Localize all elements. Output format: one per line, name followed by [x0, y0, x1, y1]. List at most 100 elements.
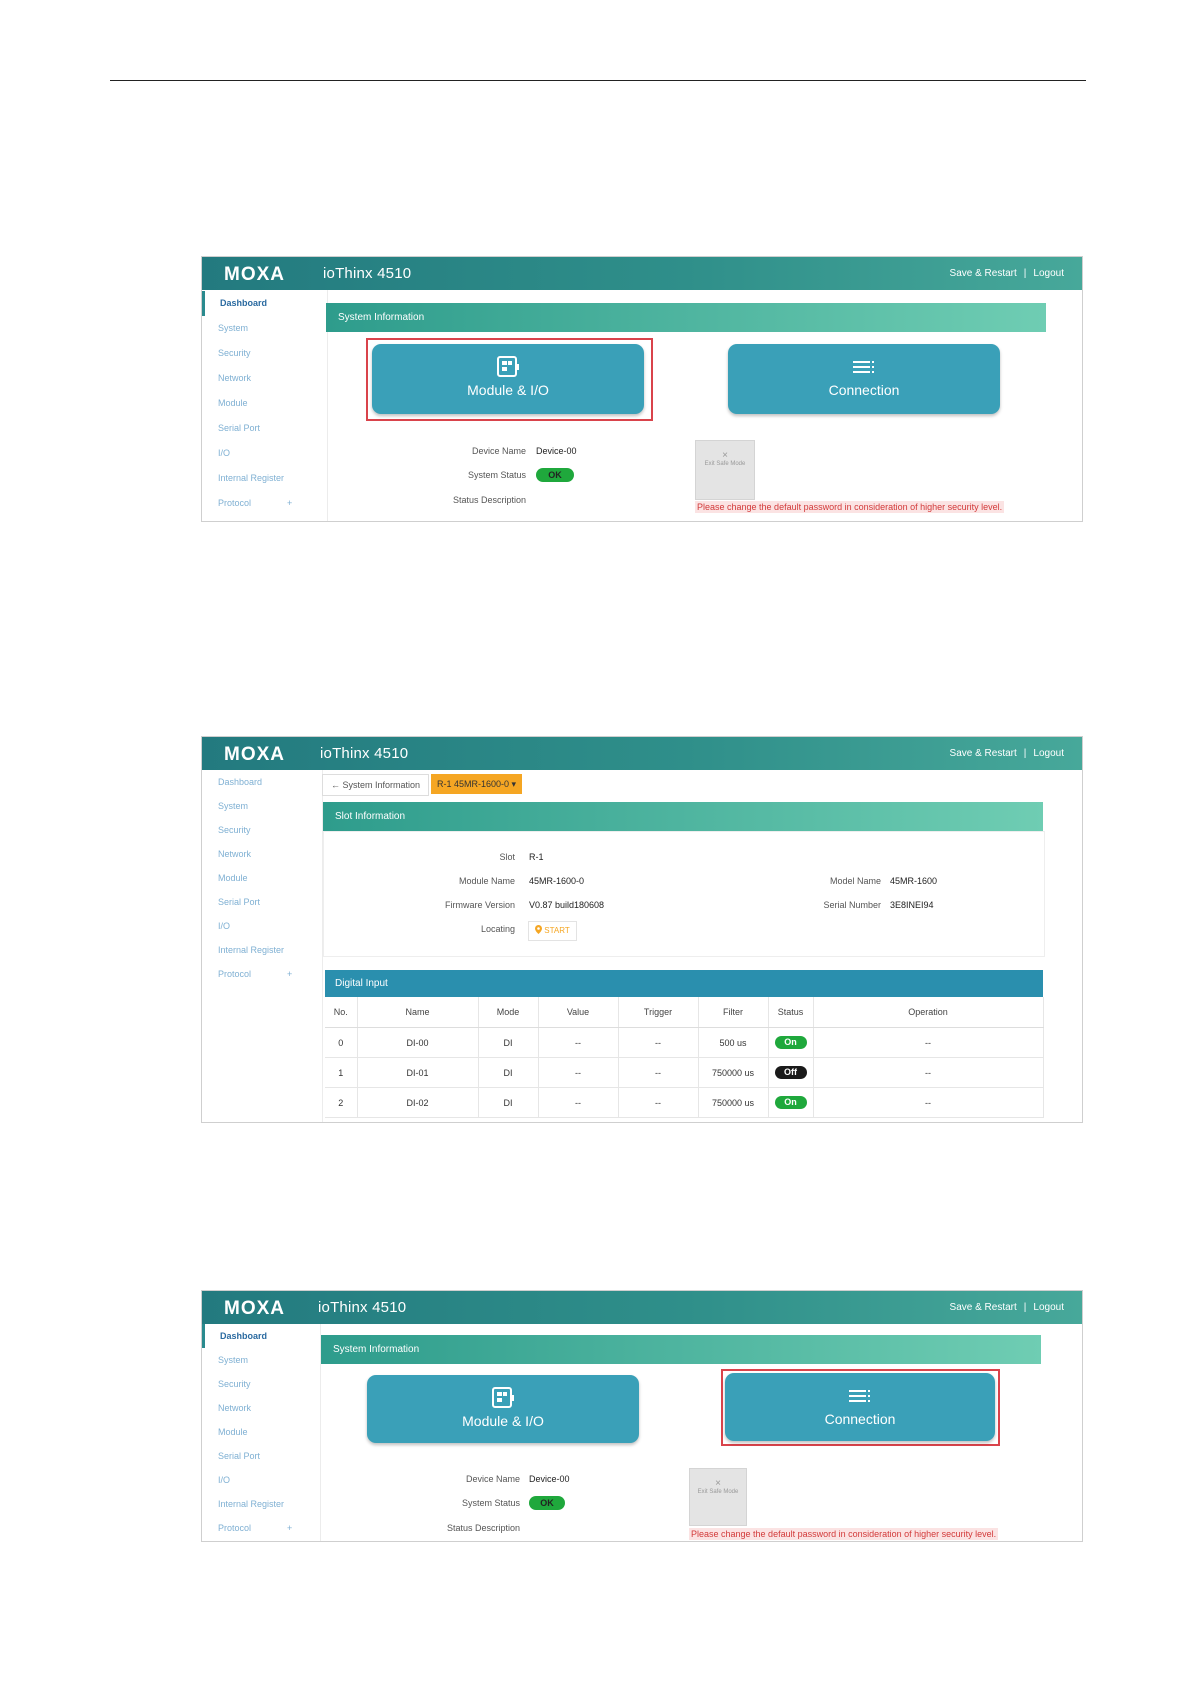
- cell-mode: DI: [478, 1057, 539, 1088]
- screenshot-dashboard-connection: MOXA ioThinx 4510 Save & Restart | Logout …: [201, 1290, 1083, 1542]
- sidebar-item-io[interactable]: I/O: [202, 1468, 320, 1492]
- slot-info-card: [323, 831, 1045, 957]
- page-header-rule: [110, 80, 1086, 81]
- expand-icon[interactable]: +: [287, 1516, 292, 1540]
- cell-trigger: --: [618, 1087, 699, 1118]
- table-row[interactable]: 0 DI-00 DI -- -- 500 us On --: [325, 1027, 1044, 1058]
- sidebar-item-network[interactable]: Network: [202, 842, 322, 866]
- slot-value: R-1: [529, 852, 544, 862]
- status-badge-on: On: [774, 1096, 807, 1109]
- module-icon: [492, 1387, 514, 1408]
- cell-status: Off: [768, 1057, 814, 1088]
- panel-header: System Information: [326, 303, 1046, 332]
- svg-text:MOXA: MOXA: [224, 744, 285, 764]
- serial-number-label: Serial Number: [823, 900, 881, 910]
- sidebar-item-label: Protocol: [218, 498, 252, 508]
- column-header: Trigger: [618, 997, 699, 1028]
- column-header: No.: [325, 997, 358, 1028]
- tab-system-information[interactable]: ← System Information: [322, 774, 430, 796]
- expand-icon[interactable]: +: [287, 962, 292, 986]
- sidebar-item-protocol[interactable]: Protocol +: [202, 1516, 320, 1540]
- save-restart-link[interactable]: Save & Restart: [950, 748, 1017, 759]
- sidebar-item-system[interactable]: System: [202, 794, 322, 818]
- panel-header: System Information: [321, 1335, 1041, 1364]
- module-io-button[interactable]: Module & I/O: [367, 1375, 639, 1443]
- close-icon: ×: [722, 450, 728, 461]
- separator: |: [1023, 1302, 1027, 1313]
- sidebar-item-internal-register[interactable]: Internal Register: [202, 466, 327, 491]
- save-restart-link[interactable]: Save & Restart: [950, 268, 1017, 279]
- sidebar-item-dashboard[interactable]: Dashboard: [202, 1324, 320, 1348]
- sidebar-item-protocol[interactable]: Protocol +: [202, 491, 327, 516]
- module-name-label: Module Name: [458, 876, 515, 886]
- status-description-label: Status Description: [452, 495, 526, 505]
- connection-button[interactable]: Connection: [728, 344, 1000, 414]
- cell-no: 1: [325, 1057, 358, 1088]
- sidebar-item-internal-register[interactable]: Internal Register: [202, 938, 322, 962]
- serial-number-value: 3E8INEI94: [890, 900, 934, 910]
- sidebar-item-security[interactable]: Security: [202, 818, 322, 842]
- sidebar-item-network[interactable]: Network: [202, 366, 327, 391]
- top-bar: MOXA ioThinx 4510 Save & Restart | Logout: [202, 1291, 1082, 1324]
- table-row[interactable]: 2 DI-02 DI -- -- 750000 us On --: [325, 1087, 1044, 1118]
- svg-text:MOXA: MOXA: [224, 1298, 285, 1318]
- sidebar-item-module[interactable]: Module: [202, 1420, 320, 1444]
- logout-link[interactable]: Logout: [1033, 1302, 1064, 1313]
- locating-start-label: START: [544, 926, 570, 935]
- sidebar-item-serial-port[interactable]: Serial Port: [202, 890, 322, 914]
- sidebar-item-serial-port[interactable]: Serial Port: [202, 416, 327, 441]
- system-status-label: System Status: [467, 470, 526, 480]
- firmware-label: Firmware Version: [444, 900, 515, 910]
- location-pin-icon: [535, 925, 542, 934]
- module-icon: [497, 356, 519, 377]
- logout-link[interactable]: Logout: [1033, 748, 1064, 759]
- module-io-label: Module & I/O: [467, 382, 549, 398]
- cell-operation: --: [813, 1087, 1044, 1118]
- sidebar-item-system[interactable]: System: [202, 316, 327, 341]
- locating-start-button[interactable]: START: [528, 921, 577, 941]
- cell-operation: --: [813, 1027, 1044, 1058]
- device-name-value: Device-00: [529, 1474, 570, 1484]
- sidebar-item-dashboard[interactable]: Dashboard: [202, 291, 327, 316]
- sidebar-item-io[interactable]: I/O: [202, 914, 322, 938]
- logout-link[interactable]: Logout: [1033, 268, 1064, 279]
- connection-button[interactable]: Connection: [725, 1373, 995, 1441]
- sidebar: Dashboard System Security Network Module…: [202, 290, 328, 521]
- sidebar-item-internal-register[interactable]: Internal Register: [202, 1492, 320, 1516]
- sidebar-item-dashboard[interactable]: Dashboard: [202, 770, 322, 794]
- top-bar: MOXA ioThinx 4510 Save & Restart | Logout: [202, 257, 1082, 290]
- slot-selector-dropdown[interactable]: R-1 45MR-1600-0 ▾: [431, 774, 523, 794]
- sidebar-item-security[interactable]: Security: [202, 341, 327, 366]
- top-actions: Save & Restart | Logout: [950, 268, 1064, 279]
- close-icon: ×: [715, 1478, 721, 1489]
- sidebar-item-security[interactable]: Security: [202, 1372, 320, 1396]
- cell-trigger: --: [618, 1057, 699, 1088]
- module-io-button[interactable]: Module & I/O: [372, 344, 644, 414]
- sidebar-item-protocol[interactable]: Protocol +: [202, 962, 322, 986]
- locating-label: Locating: [480, 924, 515, 934]
- failsafe-button[interactable]: × Exit Safe Mode: [695, 440, 755, 500]
- cell-name: DI-02: [357, 1087, 479, 1118]
- sidebar-item-network[interactable]: Network: [202, 1396, 320, 1420]
- connection-list-icon: [849, 1390, 870, 1402]
- save-restart-link[interactable]: Save & Restart: [950, 1302, 1017, 1313]
- sidebar-item-module[interactable]: Module: [202, 866, 322, 890]
- column-header: Value: [538, 997, 619, 1028]
- failsafe-label: Exit Safe Mode: [704, 461, 746, 467]
- sidebar-item-io[interactable]: I/O: [202, 441, 327, 466]
- cell-status: On: [768, 1087, 814, 1118]
- failsafe-button[interactable]: × Exit Safe Mode: [689, 1468, 747, 1526]
- sidebar-item-module[interactable]: Module: [202, 391, 327, 416]
- app-title: ioThinx 4510: [320, 745, 409, 762]
- moxa-logo: MOXA: [224, 744, 285, 764]
- expand-icon[interactable]: +: [287, 491, 292, 516]
- cell-trigger: --: [618, 1027, 699, 1058]
- moxa-logo: MOXA: [224, 264, 284, 284]
- sidebar-item-system[interactable]: System: [202, 1348, 320, 1372]
- status-description-label: Status Description: [446, 1523, 520, 1533]
- sidebar-item-serial-port[interactable]: Serial Port: [202, 1444, 320, 1468]
- table-header-row: No. Name Mode Value Trigger Filter Statu…: [325, 997, 1044, 1028]
- cell-filter: 500 us: [698, 1027, 769, 1058]
- device-name-label: Device Name: [465, 1474, 520, 1484]
- table-row[interactable]: 1 DI-01 DI -- -- 750000 us Off --: [325, 1057, 1044, 1088]
